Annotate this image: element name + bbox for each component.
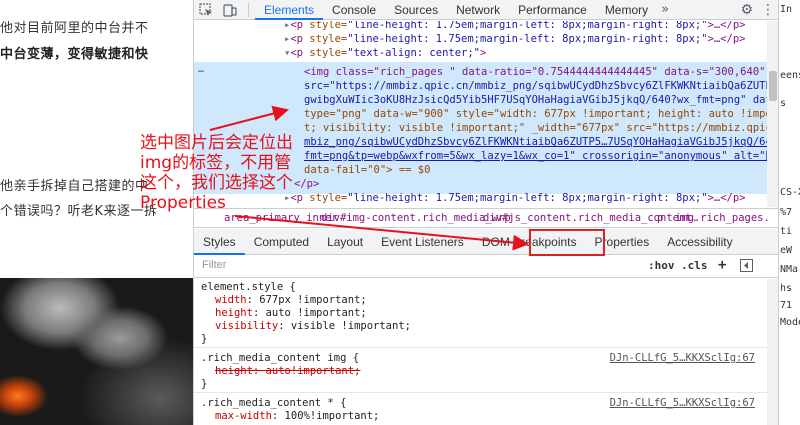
tab-elements[interactable]: Elements bbox=[255, 0, 324, 20]
dom-img-attr-line: type="png" data-w="900" style="width: 67… bbox=[304, 108, 767, 120]
breadcrumb-item[interactable]: div#js_content.rich_media_content. bbox=[483, 209, 698, 227]
annotation-line: Properties bbox=[140, 193, 226, 213]
styles-pane: element.style { width: 677px !important;… bbox=[194, 279, 767, 425]
css-property[interactable]: visibility: visible !important; bbox=[215, 320, 411, 333]
side-text: s bbox=[780, 98, 787, 109]
side-text: Mode bbox=[780, 317, 800, 328]
properties-highlight-box bbox=[529, 229, 605, 256]
article-text-line: 他亲手拆掉自己搭建的中 bbox=[0, 179, 149, 194]
sidebar-tabs: Styles Computed Layout Event Listeners D… bbox=[194, 229, 779, 255]
device-toggle-icon[interactable] bbox=[218, 0, 242, 20]
css-selector[interactable]: .rich_media_content * { bbox=[201, 397, 346, 410]
article-image[interactable] bbox=[0, 278, 193, 425]
rule-divider bbox=[194, 392, 767, 393]
dom-img-src-link[interactable]: mbiz_png/sqibwUCydDhzSbvcy6ZlFKWKNtiaibQ… bbox=[304, 135, 767, 149]
dom-img-src-link[interactable]: fmt=png&tp=webp&wxfrom=5&wx_lazy=1&wx_co… bbox=[304, 149, 767, 163]
dom-node-p[interactable]: ▸<p style="line-height: 1.75em;margin-le… bbox=[284, 32, 746, 46]
css-property[interactable]: height: auto !important; bbox=[215, 307, 367, 320]
css-source-link[interactable]: DJn-CLLfG_5…KKXSclIg:67 bbox=[610, 397, 755, 409]
new-rule-button[interactable]: + bbox=[718, 257, 726, 273]
article-text-line: 他对目前阿里的中台并不 bbox=[0, 21, 149, 36]
toolbar-divider bbox=[248, 2, 249, 17]
tab-styles[interactable]: Styles bbox=[194, 229, 245, 255]
inspect-element-icon[interactable] bbox=[194, 0, 218, 20]
hover-state-toggle[interactable]: :hov bbox=[648, 259, 675, 272]
side-text: CS-X bbox=[780, 187, 800, 198]
annotation-line: 选中图片后会定位出 bbox=[140, 133, 293, 153]
article-text-line: 个错误吗？听老K来逐一拆 bbox=[0, 204, 158, 219]
annotation-line: 这个，我们选择这个 bbox=[140, 173, 293, 193]
css-selector[interactable]: .rich_media_content img { bbox=[201, 352, 359, 365]
css-source-link[interactable]: DJn-CLLfG_5…KKXSclIg:67 bbox=[610, 352, 755, 364]
breadcrumb-item[interactable]: img.rich_pages. bbox=[675, 209, 770, 227]
css-rule-close: } bbox=[201, 333, 208, 345]
css-property[interactable]: width: 677px !important; bbox=[215, 294, 367, 307]
dom-node-p-close[interactable]: </p> bbox=[294, 177, 319, 191]
tab-accessibility[interactable]: Accessibility bbox=[658, 229, 741, 255]
tab-network[interactable]: Network bbox=[447, 0, 509, 20]
side-text: eW bbox=[780, 245, 793, 256]
article-bold-line: 中台变薄，变得敏捷和快 bbox=[0, 47, 149, 62]
tab-sources[interactable]: Sources bbox=[385, 0, 447, 20]
devtools-toolbar: Elements Console Sources Network Perform… bbox=[194, 0, 779, 20]
dom-node-p[interactable]: ▸<p style="line-height: 1.75em;margin-le… bbox=[284, 191, 746, 205]
right-side-panel: In eensh s CS-X %7 ti eW NMa hs 71 Mode bbox=[778, 0, 800, 425]
dom-img-attr-line: src="https://mmbiz.qpic.cn/mmbiz_png/sqi… bbox=[304, 80, 767, 92]
css-selector[interactable]: element.style { bbox=[201, 281, 296, 294]
scrollbar-thumb[interactable] bbox=[769, 71, 777, 101]
side-text: 71 bbox=[780, 300, 793, 311]
side-text: ti bbox=[780, 226, 793, 237]
side-text: NMa bbox=[780, 264, 799, 275]
dom-node-p-center[interactable]: ▾<p style="text-align: center;"> bbox=[284, 46, 486, 60]
tab-computed[interactable]: Computed bbox=[245, 229, 318, 255]
node-ellipsis-icon[interactable]: … bbox=[198, 64, 204, 75]
more-options-icon[interactable]: ⋮ bbox=[761, 2, 775, 18]
side-text: In bbox=[780, 4, 793, 15]
side-text: eensh bbox=[780, 70, 800, 81]
tab-event-listeners[interactable]: Event Listeners bbox=[372, 229, 473, 255]
dom-node-p[interactable]: ▸<p style="line-height: 1.75em;margin-le… bbox=[284, 21, 746, 32]
tab-memory[interactable]: Memory bbox=[596, 0, 657, 20]
dom-img-attr-line: gwibgXuWIic3oKU8HzJsicQd5Yib5HF7USqYOHaH… bbox=[304, 94, 767, 106]
side-text: hs bbox=[780, 283, 793, 294]
dom-img-attr-line: t; visibility: visible !important;" _wid… bbox=[304, 122, 767, 134]
tab-performance[interactable]: Performance bbox=[509, 0, 596, 20]
toggle-sidebar-icon[interactable] bbox=[740, 259, 753, 275]
rule-divider bbox=[194, 347, 767, 348]
more-tabs-button[interactable]: » bbox=[657, 2, 673, 17]
dom-node-img[interactable]: <img class="rich_pages " data-ratio="0.7… bbox=[304, 65, 767, 79]
styles-filter-input[interactable]: Filter bbox=[202, 259, 226, 271]
settings-gear-icon[interactable]: ⚙ bbox=[740, 2, 753, 18]
css-rule-close: } bbox=[201, 378, 208, 390]
css-property[interactable]: max-width: 100%!important; bbox=[215, 410, 379, 423]
class-toggle[interactable]: .cls bbox=[681, 259, 708, 272]
styles-filter-bar: Filter :hov .cls + bbox=[194, 256, 779, 278]
side-text: %7 bbox=[780, 207, 793, 218]
annotation-line: img的标签，不用管 bbox=[140, 153, 292, 173]
tab-layout[interactable]: Layout bbox=[318, 229, 372, 255]
css-property-overridden[interactable]: height: auto!important; bbox=[215, 365, 360, 378]
tab-console[interactable]: Console bbox=[323, 0, 385, 20]
dom-img-attr-line: data-fail="0"> == $0 bbox=[304, 164, 431, 176]
breadcrumb-item[interactable]: p bbox=[657, 209, 663, 227]
tutorial-annotation: 选中图片后会定位出 img的标签，不用管 这个，我们选择这个 Propertie… bbox=[140, 133, 293, 213]
